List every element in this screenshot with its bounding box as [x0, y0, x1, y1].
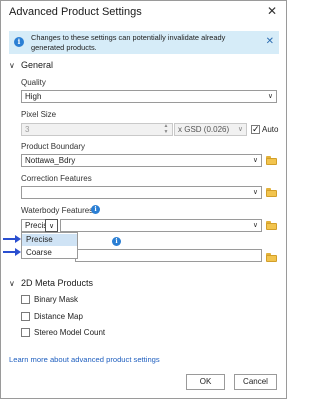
product-boundary-value: Nottawa_Bdry	[25, 156, 76, 165]
meta-section-title: 2D Meta Products	[21, 278, 94, 288]
pixel-size-stepper[interactable]: ▲ ▼	[161, 123, 171, 136]
annotation-arrow	[3, 235, 23, 243]
browse-folder-icon[interactable]	[266, 156, 277, 165]
info-icon: i	[14, 37, 24, 47]
distance-map-checkbox[interactable]	[21, 312, 30, 321]
hidden-field-input[interactable]	[75, 249, 262, 262]
info-icon[interactable]: i	[91, 205, 100, 214]
quality-select[interactable]: High ∨	[21, 90, 277, 103]
waterbody-features-select[interactable]: ∨	[60, 219, 262, 232]
chevron-down-icon: ∨	[9, 278, 15, 288]
browse-folder-icon[interactable]	[266, 188, 277, 197]
general-section-title: General	[21, 60, 54, 70]
chevron-down-icon: ∨	[237, 126, 243, 133]
distance-map-label: Distance Map	[34, 312, 83, 321]
browse-folder-icon[interactable]	[266, 221, 277, 230]
auto-label: Auto	[262, 125, 279, 134]
close-icon[interactable]: ✕	[266, 5, 278, 17]
pixel-size-input[interactable]: 3	[21, 123, 173, 136]
binary-mask-label: Binary Mask	[34, 295, 79, 304]
stereo-model-count-label: Stereo Model Count	[34, 328, 106, 337]
quality-value: High	[25, 92, 42, 101]
warning-banner: i Changes to these settings can potentia…	[9, 31, 279, 54]
title-bar: Advanced Product Settings ✕	[1, 1, 286, 23]
product-boundary-select[interactable]: Nottawa_Bdry ∨	[21, 154, 262, 167]
info-icon[interactable]: i	[112, 237, 121, 246]
correction-features-select[interactable]: ∨	[21, 186, 262, 199]
banner-message: Changes to these settings can potentiall…	[31, 33, 226, 52]
cancel-button[interactable]: Cancel	[234, 374, 277, 390]
stereo-model-count-checkbox[interactable]	[21, 328, 30, 337]
annotation-arrow	[3, 248, 23, 256]
learn-more-link[interactable]: Learn more about advanced product settin…	[9, 355, 160, 364]
quality-label: Quality	[21, 78, 46, 87]
chevron-down-icon: ∨	[252, 222, 258, 229]
ok-button[interactable]: OK	[186, 374, 225, 390]
dialog-title: Advanced Product Settings	[9, 6, 142, 18]
pixel-size-unit: x GSD (0.026)	[178, 125, 230, 134]
general-section-header[interactable]: ∨ General	[9, 60, 53, 70]
browse-folder-icon[interactable]	[266, 253, 277, 262]
chevron-down-icon: ∨	[48, 223, 55, 230]
product-boundary-label: Product Boundary	[21, 142, 86, 151]
binary-mask-checkbox[interactable]	[21, 295, 30, 304]
pixel-size-label: Pixel Size	[21, 110, 57, 119]
meta-section-header[interactable]: ∨ 2D Meta Products	[9, 278, 93, 288]
pixel-size-value: 3	[25, 125, 30, 134]
waterbody-method-dropdown-button[interactable]: ∨	[45, 219, 58, 232]
waterbody-features-label: Waterbody Features	[21, 206, 94, 215]
dropdown-option-precise[interactable]: Precise	[22, 234, 77, 246]
dropdown-option-coarse[interactable]: Coarse	[22, 247, 77, 259]
chevron-down-icon: ∨	[9, 60, 15, 70]
chevron-down-icon: ∨	[267, 93, 273, 100]
pixel-size-unit-select[interactable]: x GSD (0.026) ∨	[174, 123, 247, 136]
advanced-product-settings-dialog: Advanced Product Settings ✕ i Changes to…	[0, 0, 287, 399]
chevron-down-icon: ∨	[252, 157, 258, 164]
auto-checkbox[interactable]	[251, 124, 260, 135]
chevron-down-icon: ∨	[252, 189, 258, 196]
waterbody-method-dropdown: Precise Coarse	[21, 232, 78, 259]
dismiss-banner-icon[interactable]: ✕	[266, 37, 274, 47]
correction-features-label: Correction Features	[21, 174, 92, 183]
